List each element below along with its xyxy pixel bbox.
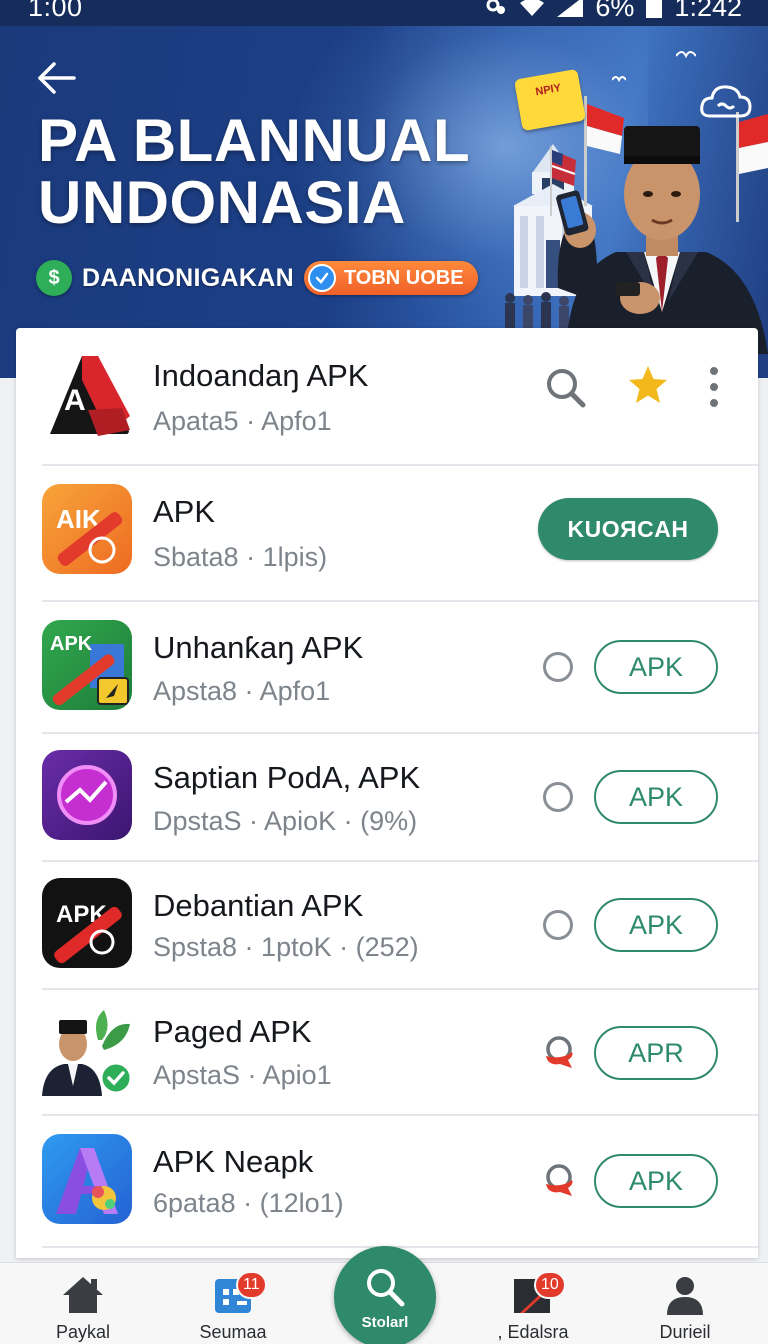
- status-clock-right: 1:242: [674, 0, 742, 22]
- app-name: APK: [153, 494, 216, 529]
- black-apk-app-icon: APK: [42, 878, 132, 968]
- list-item[interactable]: Saptian PodA, APK DpstaS · ApioK · (9%) …: [16, 734, 758, 862]
- app-name: Indoandaŋ APK: [153, 358, 369, 393]
- check-badge-icon: [307, 264, 336, 292]
- red-black-a-app-icon: A: [42, 350, 132, 440]
- app-meta: Apsta8 · Apfo1: [153, 676, 331, 706]
- hero-title: PA BLANNUAL UNDONASIA: [38, 110, 518, 234]
- nav-item-grid[interactable]: 11 Seumaa: [168, 1263, 298, 1344]
- dollar-icon: $: [36, 260, 72, 296]
- status-bar: 1:00 6% 1:242: [0, 0, 768, 26]
- blue-a-app-icon: [42, 1134, 132, 1224]
- home-icon: [63, 1277, 103, 1313]
- apk-button[interactable]: APK: [594, 1154, 718, 1208]
- app-meta: Apata5 · Apfo1: [153, 406, 332, 436]
- hero-promo-button[interactable]: TOBN UOBE: [303, 261, 478, 295]
- green-apk-app-icon: APK: [42, 620, 132, 710]
- sticker-text: NPIY: [534, 82, 562, 99]
- search-icon: [367, 1269, 405, 1307]
- battery-icon: [646, 0, 663, 18]
- app-meta: DpstaS · ApioK · (9%): [153, 806, 418, 836]
- official-person-illustration: [556, 126, 768, 354]
- list-item[interactable]: APK Unhanƙaŋ APK Apsta8 · Apfo1 APK: [16, 602, 758, 734]
- app-name: Unhanƙaŋ APK: [153, 630, 364, 665]
- hero-subtitle: DAANONIGAKAN: [82, 263, 294, 292]
- status-icons: 6% 1:242: [485, 0, 742, 22]
- purple-chart-app-icon: [42, 750, 132, 840]
- hero-banner: NPIY PA BLANNUAL UNDONASIA $ DAANONIGAKA…: [0, 26, 768, 378]
- apk-button[interactable]: APK: [594, 640, 718, 694]
- hero-chip-row: $ DAANONIGAKAN TOBN UOBE: [36, 260, 478, 296]
- list-item[interactable]: APK Debantian APK Spsta8 · 1ptoK · (252)…: [16, 862, 758, 990]
- apr-button[interactable]: APR: [594, 1026, 718, 1080]
- person-icon: [667, 1277, 703, 1315]
- svg-text:APK: APK: [50, 633, 93, 655]
- chat-bubble-icon[interactable]: [542, 1162, 578, 1198]
- list-item[interactable]: Paged APK ApstaS · Apio1 APR: [16, 990, 758, 1116]
- install-button[interactable]: KUOЯCAH: [538, 498, 718, 560]
- notification-badge: 11: [236, 1271, 267, 1299]
- radio-button-icon[interactable]: [543, 782, 573, 812]
- search-icon[interactable]: [543, 365, 587, 409]
- apk-button[interactable]: APK: [594, 770, 718, 824]
- nav-item-flag[interactable]: 10 , Edalsra: [468, 1263, 598, 1344]
- bird-small-icon: [612, 76, 626, 83]
- nav-label: Paykal: [55, 1322, 111, 1342]
- search-fab-button[interactable]: Stolarl: [334, 1246, 436, 1344]
- wifi-icon: [520, 0, 545, 16]
- fab-label: Stolarl: [361, 1314, 409, 1331]
- location-icon: [486, 0, 506, 14]
- notification-badge: 10: [534, 1271, 566, 1299]
- nav-label: Durieil: [659, 1322, 711, 1342]
- radio-button-icon[interactable]: [543, 652, 573, 682]
- app-meta: ApstaS · Apio1: [153, 1060, 332, 1090]
- list-item[interactable]: A Indoandaŋ APK Apata5 · Apfo1: [16, 328, 758, 466]
- app-screen: 1:00 6% 1:242 NPIY PA BLANNUAL UNDONASIA…: [0, 0, 768, 1344]
- list-item[interactable]: AIK APK Sbata8 · 1lpis) KUOЯCAH: [16, 466, 758, 602]
- nav-label: Seumaa: [199, 1322, 267, 1342]
- more-vertical-icon[interactable]: [702, 365, 726, 409]
- person-leaf-app-icon: [42, 1006, 132, 1096]
- app-meta: Spsta8 · 1ptoK · (252): [153, 932, 419, 962]
- app-meta: 6pata8 · (12lo1): [153, 1188, 344, 1218]
- app-name: Debantian APK: [153, 888, 364, 923]
- app-meta: Sbata8 · 1lpis): [153, 542, 328, 572]
- svg-text:A: A: [64, 384, 86, 417]
- signal-icon: [557, 0, 584, 17]
- app-name: Paged APK: [153, 1014, 312, 1049]
- apk-button[interactable]: APK: [594, 898, 718, 952]
- app-name: APK Neapk: [153, 1144, 314, 1179]
- chat-bubble-icon[interactable]: [542, 1034, 578, 1070]
- status-time: 1:00: [28, 0, 83, 22]
- battery-percent: 6%: [595, 0, 635, 22]
- radio-button-icon[interactable]: [543, 910, 573, 940]
- hero-title-line1: PA BLANNUAL: [38, 107, 471, 174]
- hero-title-line2: UNDONASIA: [38, 169, 406, 236]
- app-list: A Indoandaŋ APK Apata5 · Apfo1 AIK APK S…: [16, 328, 758, 1258]
- hero-promo-label: TOBN UOBE: [343, 266, 464, 289]
- list-item[interactable]: APK Neapk 6pata8 · (12lo1) APK: [16, 1116, 758, 1248]
- back-arrow-icon[interactable]: [34, 56, 78, 100]
- bird-icon: [676, 51, 696, 59]
- orange-apk-app-icon: AIK: [42, 484, 132, 574]
- nav-item-profile[interactable]: Durieil: [620, 1263, 750, 1344]
- star-icon[interactable]: [626, 363, 670, 407]
- nav-item-home[interactable]: Paykal: [18, 1263, 148, 1344]
- nav-label: , Edalsra: [497, 1322, 569, 1342]
- app-name: Saptian PodA, APK: [153, 760, 421, 795]
